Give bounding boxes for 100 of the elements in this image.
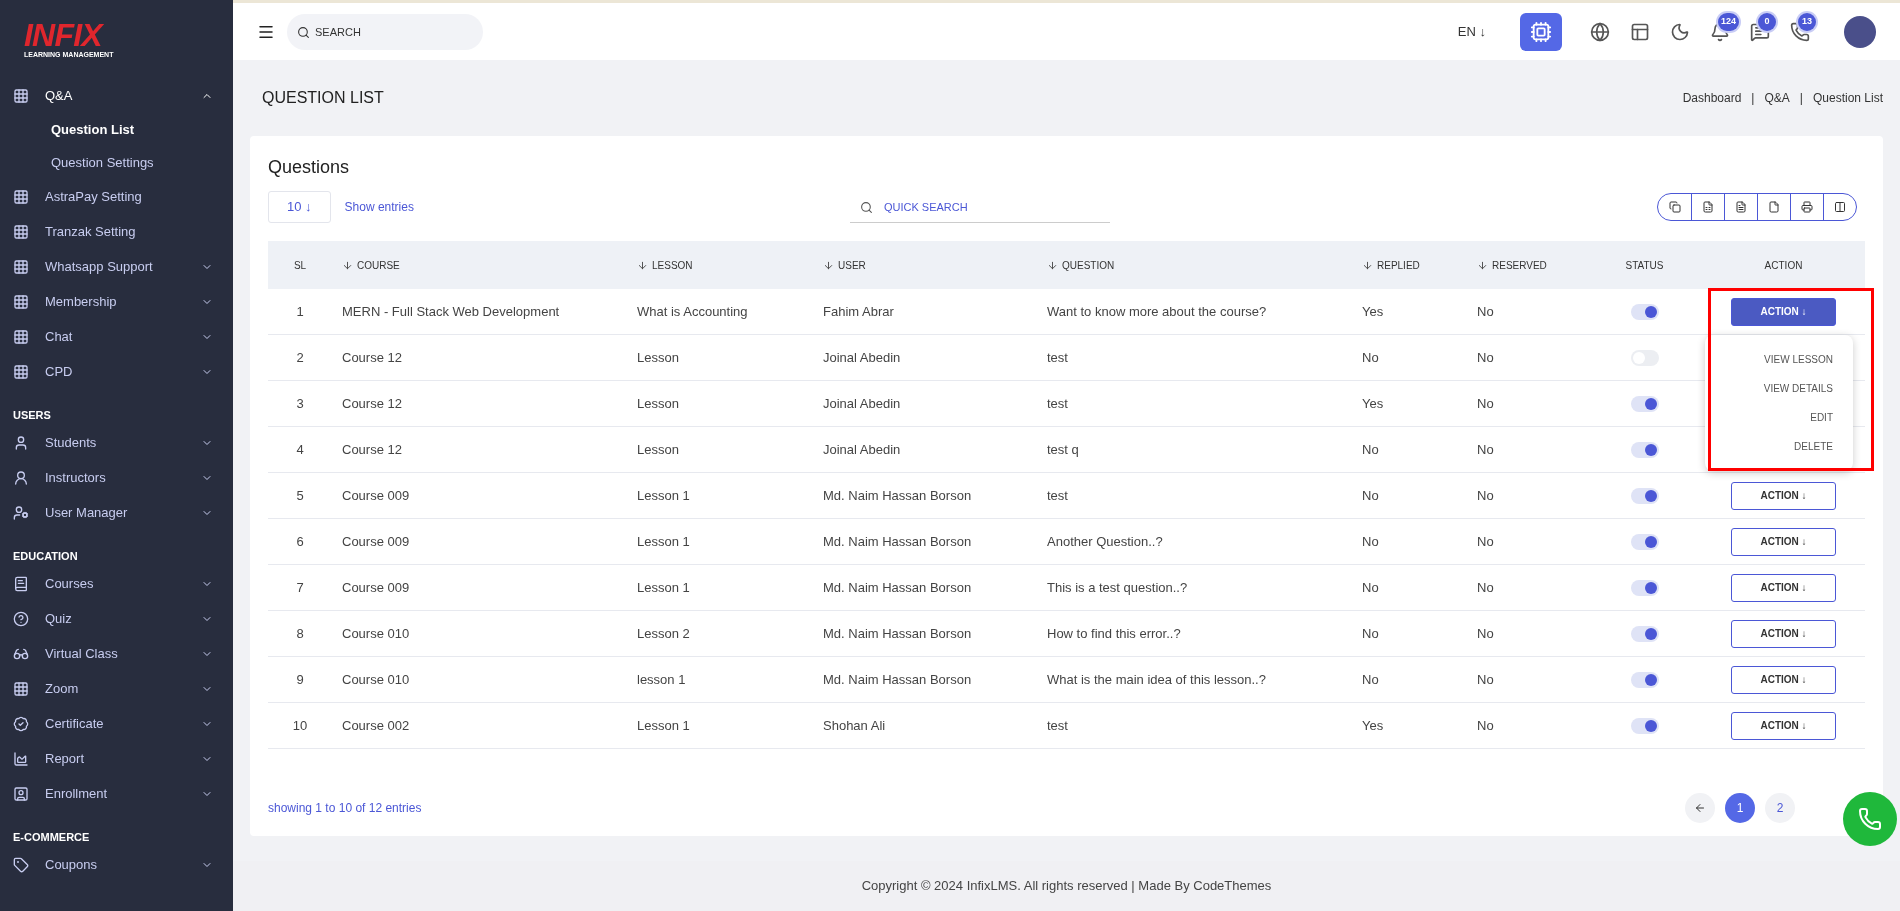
sidebar-item[interactable]: Zoom: [0, 671, 233, 707]
sort-arrow-icon: [1362, 259, 1373, 271]
sort-arrow-icon: [823, 259, 834, 271]
entries-summary: showing 1 to 10 of 12 entries: [268, 800, 422, 817]
search-field[interactable]: SEARCH: [287, 13, 483, 50]
sidebar-item[interactable]: Whatsapp Support: [0, 249, 233, 285]
action-button[interactable]: ACTION ↓: [1731, 711, 1836, 740]
status-toggle[interactable]: [1630, 487, 1659, 504]
menu-icon: [13, 88, 29, 104]
sidebar-item[interactable]: Q&A: [0, 78, 233, 114]
table-cell-text: 6: [295, 532, 305, 551]
sidebar-subitem[interactable]: Question Settings: [0, 146, 233, 180]
table-cell-text: Lesson 1: [636, 578, 691, 597]
table-cell-text: 10: [291, 716, 309, 735]
action-button[interactable]: ACTION ↓: [1731, 481, 1836, 510]
page-button[interactable]: 1: [1725, 793, 1755, 823]
column-header[interactable]: LESSON: [627, 257, 813, 273]
sidebar-item[interactable]: Enrollment: [0, 776, 233, 812]
status-toggle[interactable]: [1630, 625, 1659, 642]
sidebar-item[interactable]: Tranzak Setting: [0, 214, 233, 250]
breadcrumb-link[interactable]: Question List: [1812, 89, 1883, 107]
table-cell-text: Lesson: [636, 348, 680, 367]
layout-icon[interactable]: [1630, 21, 1650, 42]
export-tool-icon[interactable]: [1768, 201, 1780, 213]
status-toggle[interactable]: [1630, 671, 1659, 688]
language-selector[interactable]: EN ↓: [1457, 21, 1486, 42]
table-cell-text: 2: [295, 348, 305, 367]
status-toggle[interactable]: [1630, 533, 1659, 550]
sidebar-item[interactable]: Students: [0, 425, 233, 461]
status-toggle[interactable]: [1630, 395, 1659, 412]
status-toggle[interactable]: [1630, 303, 1659, 320]
column-header: ACTION: [1763, 258, 1804, 273]
menu-item[interactable]: EDIT: [1705, 402, 1853, 432]
status-toggle[interactable]: [1630, 441, 1659, 458]
status-toggle[interactable]: [1630, 579, 1659, 596]
table-cell-text: What is the main idea of this lesson..?: [1046, 670, 1267, 689]
column-header[interactable]: REPLIED: [1352, 257, 1467, 273]
table-cell-text: Yes: [1361, 302, 1385, 321]
sidebar-item[interactable]: Report: [0, 741, 233, 777]
menu-icon: [13, 857, 29, 873]
sidebar-item[interactable]: Courses: [0, 566, 233, 602]
table-cell-text: Lesson: [636, 440, 680, 459]
column-header[interactable]: USER: [813, 257, 1037, 273]
action-button[interactable]: ACTION ↓: [1731, 527, 1836, 556]
sidebar-item[interactable]: Virtual Class: [0, 636, 233, 672]
column-header[interactable]: COURSE: [332, 257, 627, 273]
sort-arrow-icon: [1477, 259, 1488, 271]
sidebar-section-heading: EDUCATION: [12, 549, 79, 565]
table-cell-text: No: [1476, 670, 1495, 689]
sidebar-item[interactable]: Coupons: [0, 847, 233, 883]
breadcrumb-link[interactable]: Dashboard: [1682, 89, 1742, 107]
sidebar-item[interactable]: Instructors: [0, 460, 233, 496]
menu-icon: [13, 505, 29, 521]
quick-search-field[interactable]: QUICK SEARCH: [849, 191, 1110, 223]
sidebar-item[interactable]: User Manager: [0, 495, 233, 531]
table-cell-text: Joinal Abedin: [822, 394, 902, 413]
breadcrumb-separator: |: [1799, 90, 1803, 107]
page-size-select[interactable]: 10 ↓: [268, 191, 331, 223]
previous-page-button[interactable]: [1685, 793, 1715, 823]
table-cell-text: Md. Naim Hassan Borson: [822, 670, 973, 689]
breadcrumb-link[interactable]: Q&A: [1764, 89, 1790, 107]
table-cell-text: 5: [295, 486, 305, 505]
export-tool-icon[interactable]: [1668, 201, 1681, 213]
menu-icon: [13, 611, 29, 627]
arrow-left-icon: [1694, 802, 1706, 814]
avatar[interactable]: [1844, 15, 1876, 48]
menu-item[interactable]: VIEW DETAILS: [1705, 373, 1853, 403]
table-cell-text: No: [1476, 486, 1495, 505]
table-cell-text: No: [1361, 670, 1380, 689]
sort-arrow-icon: [342, 259, 353, 271]
sidebar-item[interactable]: Membership: [0, 284, 233, 320]
column-header[interactable]: RESERVED: [1467, 257, 1587, 273]
table-cell-text: No: [1476, 532, 1495, 551]
table-cell-text: No: [1476, 302, 1495, 321]
menu-item[interactable]: VIEW LESSON: [1705, 344, 1853, 374]
sidebar-item[interactable]: Certificate: [0, 706, 233, 742]
action-button[interactable]: ACTION ↓: [1731, 573, 1836, 602]
table-cell-text: This is a test question..?: [1046, 578, 1189, 597]
export-tool-icon[interactable]: [1735, 201, 1747, 213]
moon-icon[interactable]: [1670, 21, 1690, 42]
globe-icon[interactable]: [1590, 21, 1610, 42]
page-button[interactable]: 2: [1765, 793, 1795, 823]
export-tool-icon[interactable]: [1801, 201, 1813, 213]
column-header[interactable]: QUESTION: [1037, 257, 1352, 273]
sidebar-item[interactable]: AstraPay Setting: [0, 179, 233, 215]
sidebar-subitem[interactable]: Question List: [0, 113, 233, 147]
sidebar-item[interactable]: Quiz: [0, 601, 233, 637]
export-tool-icon[interactable]: [1702, 201, 1714, 213]
sidebar-item[interactable]: CPD: [0, 354, 233, 390]
action-button[interactable]: ACTION ↓: [1731, 297, 1836, 326]
menu-icon: [13, 435, 29, 451]
menu-item[interactable]: DELETE: [1705, 431, 1853, 461]
action-button[interactable]: ACTION ↓: [1731, 619, 1836, 648]
table-cell-text: lesson 1: [636, 670, 687, 689]
export-tool-icon[interactable]: [1834, 201, 1846, 213]
sidebar-item[interactable]: Chat: [0, 319, 233, 355]
whatsapp-chat-button[interactable]: [1843, 792, 1897, 846]
status-toggle[interactable]: [1630, 717, 1659, 734]
ai-button[interactable]: [1520, 12, 1562, 51]
action-button[interactable]: ACTION ↓: [1731, 665, 1836, 694]
